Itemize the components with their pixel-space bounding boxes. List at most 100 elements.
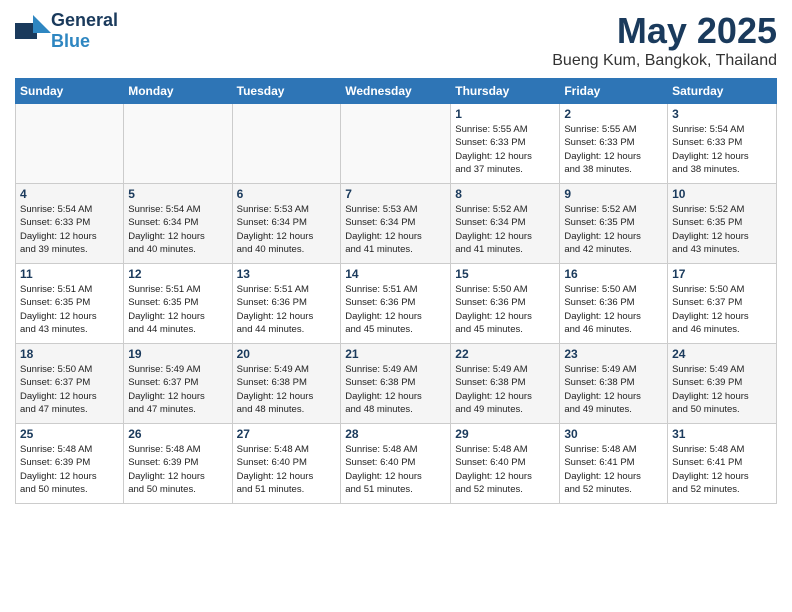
week-row-2: 4 Sunrise: 5:54 AM Sunset: 6:33 PM Daylig… [16, 184, 777, 264]
day-number: 2 [564, 107, 663, 121]
day-cell: 17Sunrise: 5:50 AM Sunset: 6:37 PM Dayli… [668, 264, 777, 344]
day-info: Sunrise: 5:54 AM Sunset: 6:33 PM Dayligh… [20, 203, 119, 256]
day-info: Sunrise: 5:48 AM Sunset: 6:41 PM Dayligh… [564, 443, 663, 496]
day-cell: 26Sunrise: 5:48 AM Sunset: 6:39 PM Dayli… [124, 424, 232, 504]
day-number: 23 [564, 347, 663, 361]
day-info: Sunrise: 5:49 AM Sunset: 6:38 PM Dayligh… [345, 363, 446, 416]
day-cell: 27 Sunrise: 5:48 AM Sunset: 6:40 PM Dayli… [232, 424, 341, 504]
day-cell: 2 Sunrise: 5:55 AM Sunset: 6:33 PM Daylig… [560, 104, 668, 184]
header-cell-tuesday: Tuesday [232, 79, 341, 104]
day-number: 5 [128, 187, 227, 201]
day-cell [232, 104, 341, 184]
day-number: 27 [237, 427, 337, 441]
day-number: 8 [455, 187, 555, 201]
calendar-table: SundayMondayTuesdayWednesdayThursdayFrid… [15, 78, 777, 504]
logo: General Blue [15, 10, 118, 52]
day-number: 16 [564, 267, 663, 281]
header: General Blue May 2025 Bueng Kum, Bangkok… [15, 10, 777, 70]
header-row: SundayMondayTuesdayWednesdayThursdayFrid… [16, 79, 777, 104]
day-number: 4 [20, 187, 119, 201]
day-cell: 6 Sunrise: 5:53 AM Sunset: 6:34 PM Daylig… [232, 184, 341, 264]
header-cell-saturday: Saturday [668, 79, 777, 104]
day-info: Sunrise: 5:53 AM Sunset: 6:34 PM Dayligh… [237, 203, 337, 256]
week-row-1: 1 Sunrise: 5:55 AM Sunset: 6:33 PM Daylig… [16, 104, 777, 184]
page-container: General Blue May 2025 Bueng Kum, Bangkok… [0, 0, 792, 514]
day-info: Sunrise: 5:49 AM Sunset: 6:38 PM Dayligh… [237, 363, 337, 416]
day-info: Sunrise: 5:53 AM Sunset: 6:34 PM Dayligh… [345, 203, 446, 256]
day-info: Sunrise: 5:48 AM Sunset: 6:39 PM Dayligh… [20, 443, 119, 496]
day-cell [16, 104, 124, 184]
day-cell: 28Sunrise: 5:48 AM Sunset: 6:40 PM Dayli… [341, 424, 451, 504]
day-cell [124, 104, 232, 184]
logo-general: General [51, 10, 118, 31]
day-number: 19 [128, 347, 227, 361]
day-cell: 5 Sunrise: 5:54 AM Sunset: 6:34 PM Daylig… [124, 184, 232, 264]
day-number: 30 [564, 427, 663, 441]
day-info: Sunrise: 5:51 AM Sunset: 6:36 PM Dayligh… [345, 283, 446, 336]
day-info: Sunrise: 5:54 AM Sunset: 6:33 PM Dayligh… [672, 123, 772, 176]
day-number: 3 [672, 107, 772, 121]
day-cell: 18 Sunrise: 5:50 AM Sunset: 6:37 PM Dayli… [16, 344, 124, 424]
day-cell: 30 Sunrise: 5:48 AM Sunset: 6:41 PM Dayli… [560, 424, 668, 504]
header-cell-friday: Friday [560, 79, 668, 104]
day-info: Sunrise: 5:51 AM Sunset: 6:36 PM Dayligh… [237, 283, 337, 336]
day-cell: 23 Sunrise: 5:49 AM Sunset: 6:38 PM Dayli… [560, 344, 668, 424]
day-info: Sunrise: 5:50 AM Sunset: 6:37 PM Dayligh… [20, 363, 119, 416]
day-number: 25 [20, 427, 119, 441]
day-cell: 10Sunrise: 5:52 AM Sunset: 6:35 PM Dayli… [668, 184, 777, 264]
day-info: Sunrise: 5:49 AM Sunset: 6:39 PM Dayligh… [672, 363, 772, 416]
day-info: Sunrise: 5:52 AM Sunset: 6:35 PM Dayligh… [564, 203, 663, 256]
day-number: 22 [455, 347, 555, 361]
day-info: Sunrise: 5:55 AM Sunset: 6:33 PM Dayligh… [564, 123, 663, 176]
day-number: 14 [345, 267, 446, 281]
day-info: Sunrise: 5:51 AM Sunset: 6:35 PM Dayligh… [128, 283, 227, 336]
day-number: 21 [345, 347, 446, 361]
week-row-4: 18 Sunrise: 5:50 AM Sunset: 6:37 PM Dayli… [16, 344, 777, 424]
day-cell: 3 Sunrise: 5:54 AM Sunset: 6:33 PM Daylig… [668, 104, 777, 184]
day-cell: 1 Sunrise: 5:55 AM Sunset: 6:33 PM Daylig… [451, 104, 560, 184]
day-info: Sunrise: 5:49 AM Sunset: 6:38 PM Dayligh… [564, 363, 663, 416]
day-cell: 20Sunrise: 5:49 AM Sunset: 6:38 PM Dayli… [232, 344, 341, 424]
day-info: Sunrise: 5:52 AM Sunset: 6:35 PM Dayligh… [672, 203, 772, 256]
day-number: 7 [345, 187, 446, 201]
day-cell: 24 Sunrise: 5:49 AM Sunset: 6:39 PM Dayli… [668, 344, 777, 424]
day-info: Sunrise: 5:50 AM Sunset: 6:36 PM Dayligh… [564, 283, 663, 336]
day-cell: 15Sunrise: 5:50 AM Sunset: 6:36 PM Dayli… [451, 264, 560, 344]
title-section: May 2025 Bueng Kum, Bangkok, Thailand [552, 10, 777, 70]
day-number: 6 [237, 187, 337, 201]
day-number: 13 [237, 267, 337, 281]
day-number: 26 [128, 427, 227, 441]
day-cell: 22 Sunrise: 5:49 AM Sunset: 6:38 PM Dayli… [451, 344, 560, 424]
week-row-3: 11 Sunrise: 5:51 AM Sunset: 6:35 PM Dayli… [16, 264, 777, 344]
day-info: Sunrise: 5:49 AM Sunset: 6:37 PM Dayligh… [128, 363, 227, 416]
day-number: 12 [128, 267, 227, 281]
day-number: 24 [672, 347, 772, 361]
main-title: May 2025 [552, 10, 777, 52]
day-info: Sunrise: 5:55 AM Sunset: 6:33 PM Dayligh… [455, 123, 555, 176]
day-number: 15 [455, 267, 555, 281]
day-info: Sunrise: 5:48 AM Sunset: 6:40 PM Dayligh… [237, 443, 337, 496]
day-number: 1 [455, 107, 555, 121]
header-cell-thursday: Thursday [451, 79, 560, 104]
day-number: 31 [672, 427, 772, 441]
day-cell [341, 104, 451, 184]
day-cell: 19 Sunrise: 5:49 AM Sunset: 6:37 PM Dayli… [124, 344, 232, 424]
day-info: Sunrise: 5:49 AM Sunset: 6:38 PM Dayligh… [455, 363, 555, 416]
header-cell-wednesday: Wednesday [341, 79, 451, 104]
day-info: Sunrise: 5:48 AM Sunset: 6:40 PM Dayligh… [455, 443, 555, 496]
day-number: 29 [455, 427, 555, 441]
day-number: 11 [20, 267, 119, 281]
day-number: 17 [672, 267, 772, 281]
day-cell: 29 Sunrise: 5:48 AM Sunset: 6:40 PM Dayli… [451, 424, 560, 504]
day-number: 18 [20, 347, 119, 361]
day-info: Sunrise: 5:51 AM Sunset: 6:35 PM Dayligh… [20, 283, 119, 336]
day-info: Sunrise: 5:48 AM Sunset: 6:40 PM Dayligh… [345, 443, 446, 496]
day-cell: 21 Sunrise: 5:49 AM Sunset: 6:38 PM Dayli… [341, 344, 451, 424]
day-info: Sunrise: 5:54 AM Sunset: 6:34 PM Dayligh… [128, 203, 227, 256]
logo-blue: Blue [51, 31, 118, 52]
day-cell: 16 Sunrise: 5:50 AM Sunset: 6:36 PM Dayli… [560, 264, 668, 344]
week-row-5: 25 Sunrise: 5:48 AM Sunset: 6:39 PM Dayli… [16, 424, 777, 504]
day-cell: 25 Sunrise: 5:48 AM Sunset: 6:39 PM Dayli… [16, 424, 124, 504]
subtitle: Bueng Kum, Bangkok, Thailand [552, 52, 777, 70]
day-cell: 7 Sunrise: 5:53 AM Sunset: 6:34 PM Daylig… [341, 184, 451, 264]
